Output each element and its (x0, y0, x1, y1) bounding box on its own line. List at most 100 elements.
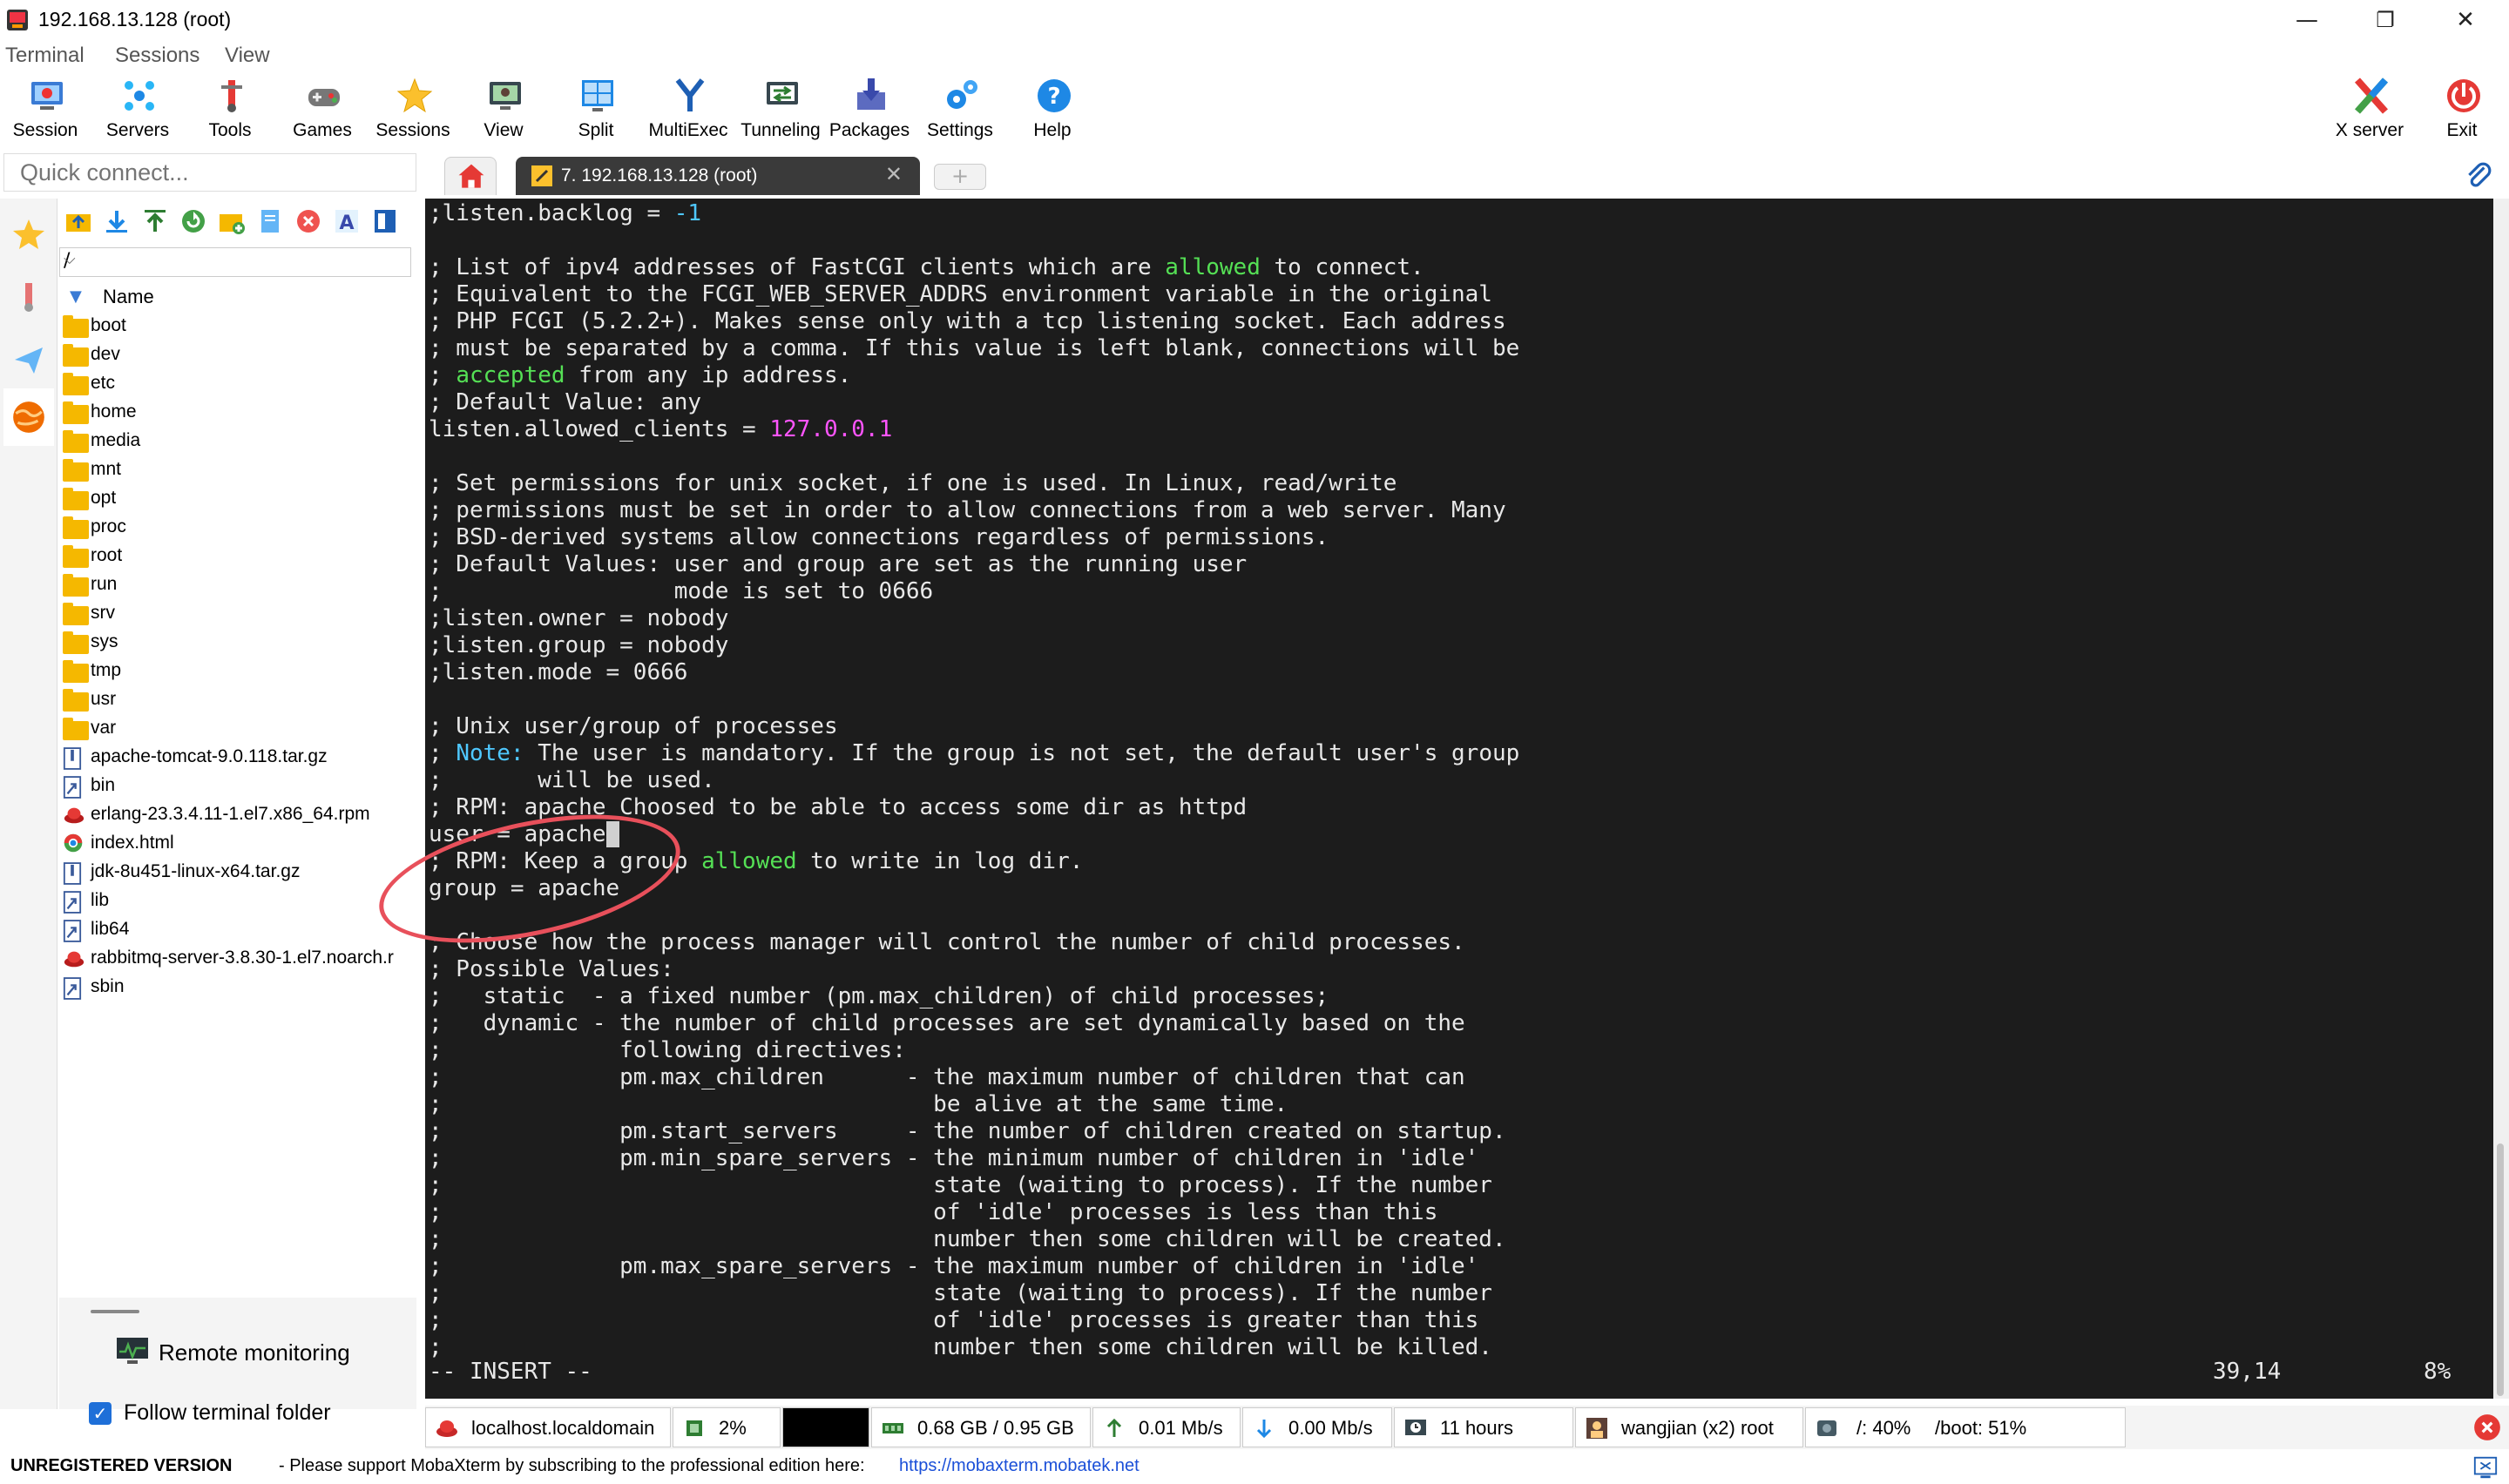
file-row-proc[interactable]: proc (59, 513, 416, 542)
file-row-lib[interactable]: lib (59, 887, 416, 915)
terminal-scrollbar[interactable] (2493, 199, 2509, 1399)
file-row-sys[interactable]: sys (59, 628, 416, 657)
folder-icon (63, 373, 89, 395)
file-row-index-html[interactable]: index.html (59, 829, 416, 858)
download-icon[interactable] (103, 207, 131, 235)
folder-icon (63, 603, 89, 625)
terminal-text: to write in log dir. (796, 848, 1084, 874)
new-folder-icon[interactable] (218, 207, 246, 235)
svg-text:A: A (339, 212, 354, 234)
terminal-text: ; RPM: apache Choosed to be able to acce… (429, 794, 1248, 820)
refresh-icon[interactable] (179, 207, 207, 235)
mobatek-link[interactable]: https://mobaxterm.mobatek.net (899, 1456, 1140, 1476)
menu-terminal[interactable]: Terminal (5, 44, 85, 68)
file-list-header[interactable]: ▼ Name (59, 282, 411, 312)
sidebar-tab-macros[interactable] (3, 331, 54, 388)
menu-sessions[interactable]: Sessions (115, 44, 200, 68)
file-row-dev[interactable]: dev (59, 341, 416, 369)
cpu-icon (686, 1420, 702, 1436)
upload-icon[interactable] (141, 207, 169, 235)
tools-button[interactable]: Tools (185, 73, 275, 150)
quick-connect-input[interactable] (4, 154, 416, 191)
sidebar-tab-tools[interactable] (3, 268, 54, 326)
tunneling-button[interactable]: Tunneling (735, 73, 826, 150)
paper-plane-icon (15, 347, 43, 374)
file-name: lib (91, 890, 110, 910)
file-row-opt[interactable]: opt (59, 484, 416, 513)
packages-button[interactable]: Packages (824, 73, 915, 150)
file-row-tmp[interactable]: tmp (59, 657, 416, 685)
help-button[interactable]: ? Help (1007, 73, 1098, 150)
file-row-bin[interactable]: bin (59, 772, 416, 800)
terminal-text: ; pm.min_spare_servers - the minimum num… (429, 1145, 1479, 1171)
home-tab[interactable] (444, 157, 497, 195)
status-upload: 0.01 Mb/s (1092, 1407, 1241, 1447)
attachment-icon[interactable] (2464, 160, 2493, 190)
sessions-button[interactable]: Sessions (368, 73, 458, 150)
file-row-srv[interactable]: srv (59, 599, 416, 628)
file-row-usr[interactable]: usr (59, 685, 416, 714)
properties-icon[interactable] (371, 207, 399, 235)
file-row-lib64[interactable]: lib64 (59, 915, 416, 944)
window-title: 192.168.13.128 (root) (38, 8, 232, 30)
symlink-icon (63, 919, 89, 942)
split-button[interactable]: Split (551, 73, 641, 150)
multiexec-button[interactable]: MultiExec (643, 73, 734, 150)
exit-button[interactable]: Exit (2417, 73, 2507, 150)
close-window-button[interactable]: ✕ (2431, 3, 2500, 37)
file-name: jdk-8u451-linux-x64.tar.gz (91, 861, 301, 881)
terminal-text: ; List of ipv4 addresses of FastCGI clie… (429, 254, 1166, 280)
games-button[interactable]: Games (277, 73, 368, 150)
tab-session-7[interactable]: 7. 192.168.13.128 (root) ✕ (516, 157, 920, 195)
file-row-sbin[interactable]: sbin (59, 973, 416, 1002)
servers-button[interactable]: Servers (92, 73, 183, 150)
minimize-button[interactable]: — (2272, 3, 2342, 37)
terminal-view[interactable]: ;listen.backlog = -1 ; List of ipv4 addre… (425, 199, 2493, 1399)
scrollbar-thumb[interactable] (2497, 1143, 2504, 1396)
view-button[interactable]: View (458, 73, 549, 150)
terminal-tab-icon (531, 165, 552, 186)
sidebar-tab-sftp[interactable] (3, 388, 54, 446)
terminal-line: ; accepted from any ip address. (429, 362, 1519, 389)
terminal-text: ; of 'idle' processes is less than this (429, 1199, 1438, 1225)
file-row-var[interactable]: var (59, 714, 416, 743)
terminal-text: allowed (1165, 254, 1261, 280)
file-row-home[interactable]: home (59, 398, 416, 427)
terminal-text: ; state (waiting to process). If the num… (429, 1172, 1492, 1198)
parent-folder-icon[interactable] (64, 207, 92, 235)
restore-button[interactable]: ❐ (2350, 3, 2420, 37)
sftp-toolbar: A (59, 202, 416, 240)
new-file-icon[interactable] (256, 207, 284, 235)
session-button[interactable]: Session (0, 73, 91, 150)
file-row-mnt[interactable]: mnt (59, 455, 416, 484)
file-row-jdk-8u451-linux-x64-tar-gz[interactable]: jdk-8u451-linux-x64.tar.gz (59, 858, 416, 887)
close-status-icon[interactable] (2472, 1413, 2502, 1442)
file-row-apache-tomcat-9-0-118-tar-gz[interactable]: apache-tomcat-9.0.118.tar.gz (59, 743, 416, 772)
file-row-boot[interactable]: boot (59, 312, 416, 341)
path-selector[interactable]: / ⌵ (59, 247, 411, 277)
close-tab-icon[interactable]: ✕ (885, 162, 903, 186)
file-row-media[interactable]: media (59, 427, 416, 455)
sidebar-tab-sessions[interactable] (3, 206, 54, 263)
terminal-content: ;listen.backlog = -1 ; List of ipv4 addre… (429, 200, 1519, 1361)
terminal-cursor (605, 821, 620, 847)
packages-icon (857, 78, 885, 110)
remote-monitoring-button[interactable]: Remote monitoring (115, 1336, 402, 1371)
file-row-erlang-23-3-4-11-1-el7-x86-64-rpm[interactable]: erlang-23.3.4.11-1.el7.x86_64.rpm (59, 800, 416, 829)
resize-handle[interactable] (91, 1310, 139, 1313)
status-users: wangjian (x2) root (1575, 1407, 1803, 1447)
menu-view[interactable]: View (225, 44, 270, 68)
file-name: sys (91, 631, 118, 651)
new-tab-button[interactable]: + (934, 164, 986, 190)
file-row-rabbitmq-server-3-8-30-1-el7-noarch-r[interactable]: rabbitmq-server-3.8.30-1.el7.noarch.r (59, 944, 416, 973)
file-row-etc[interactable]: etc (59, 369, 416, 398)
file-row-run[interactable]: run (59, 570, 416, 599)
terminal-line: ; mode is set to 0666 (429, 578, 1519, 605)
rename-icon[interactable]: A (333, 207, 361, 235)
settings-button[interactable]: Settings (915, 73, 1005, 150)
xserver-button[interactable]: X server (2324, 73, 2415, 150)
delete-icon[interactable] (294, 207, 322, 235)
file-row-root[interactable]: root (59, 542, 416, 570)
monitor-window-icon[interactable] (2472, 1454, 2499, 1481)
